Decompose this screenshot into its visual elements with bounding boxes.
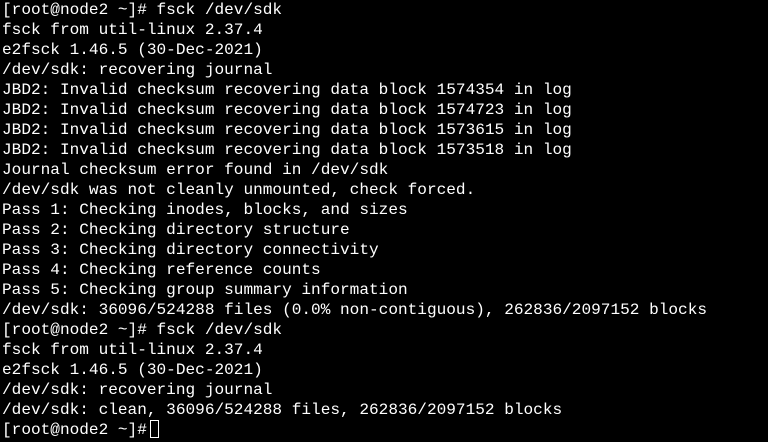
output-line: /dev/sdk: recovering journal bbox=[2, 61, 273, 79]
output-line: /dev/sdk was not cleanly unmounted, chec… bbox=[2, 181, 476, 199]
output-line: Pass 5: Checking group summary informati… bbox=[2, 281, 408, 299]
shell-prompt: [root@node2 ~]# bbox=[2, 421, 147, 439]
output-line: /dev/sdk: 36096/524288 files (0.0% non-c… bbox=[2, 301, 708, 319]
output-line: Pass 3: Checking directory connectivity bbox=[2, 241, 379, 259]
output-line: JBD2: Invalid checksum recovering data b… bbox=[2, 81, 572, 99]
output-line: Pass 1: Checking inodes, blocks, and siz… bbox=[2, 201, 408, 219]
output-line: Pass 4: Checking reference counts bbox=[2, 261, 321, 279]
output-line: fsck from util-linux 2.37.4 bbox=[2, 341, 263, 359]
output-line: JBD2: Invalid checksum recovering data b… bbox=[2, 101, 572, 119]
output-line: fsck from util-linux 2.37.4 bbox=[2, 21, 263, 39]
output-line: JBD2: Invalid checksum recovering data b… bbox=[2, 141, 572, 159]
output-line: [root@node2 ~]# fsck /dev/sdk bbox=[2, 1, 283, 19]
prompt-line[interactable]: [root@node2 ~]# bbox=[2, 420, 766, 440]
output-line: e2fsck 1.46.5 (30-Dec-2021) bbox=[2, 361, 263, 379]
text-cursor[interactable] bbox=[149, 420, 159, 438]
output-line: JBD2: Invalid checksum recovering data b… bbox=[2, 121, 572, 139]
output-line: [root@node2 ~]# fsck /dev/sdk bbox=[2, 321, 283, 339]
terminal-window[interactable]: [root@node2 ~]# fsck /dev/sdk fsck from … bbox=[2, 0, 766, 442]
output-line: Pass 2: Checking directory structure bbox=[2, 221, 350, 239]
output-line: Journal checksum error found in /dev/sdk bbox=[2, 161, 389, 179]
output-line: /dev/sdk: clean, 36096/524288 files, 262… bbox=[2, 401, 563, 419]
output-line: /dev/sdk: recovering journal bbox=[2, 381, 273, 399]
output-line: e2fsck 1.46.5 (30-Dec-2021) bbox=[2, 41, 263, 59]
